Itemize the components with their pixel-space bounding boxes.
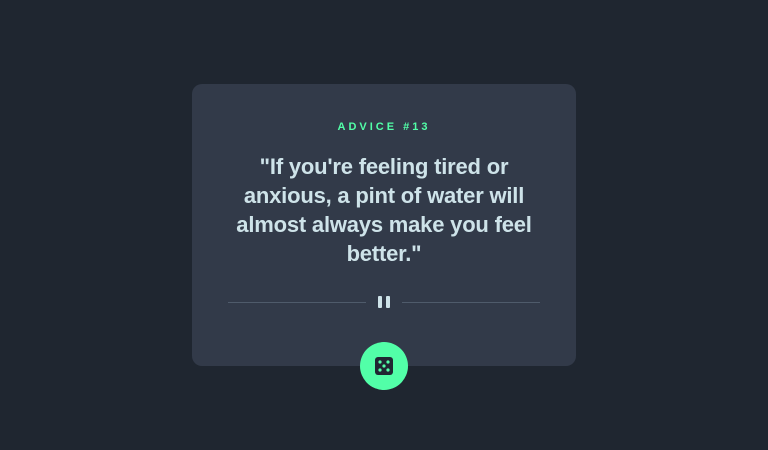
pause-icon [376,296,392,308]
divider [228,294,540,310]
divider-line-right [402,301,540,303]
divider-line-left [228,301,366,303]
new-advice-button[interactable] [360,342,408,390]
advice-card: ADVICE #13 "If you're feeling tired or a… [192,84,576,366]
advice-id-label: ADVICE #13 [337,121,431,133]
advice-quote: "If you're feeling tired or anxious, a p… [236,154,532,266]
dice-icon [375,357,393,375]
